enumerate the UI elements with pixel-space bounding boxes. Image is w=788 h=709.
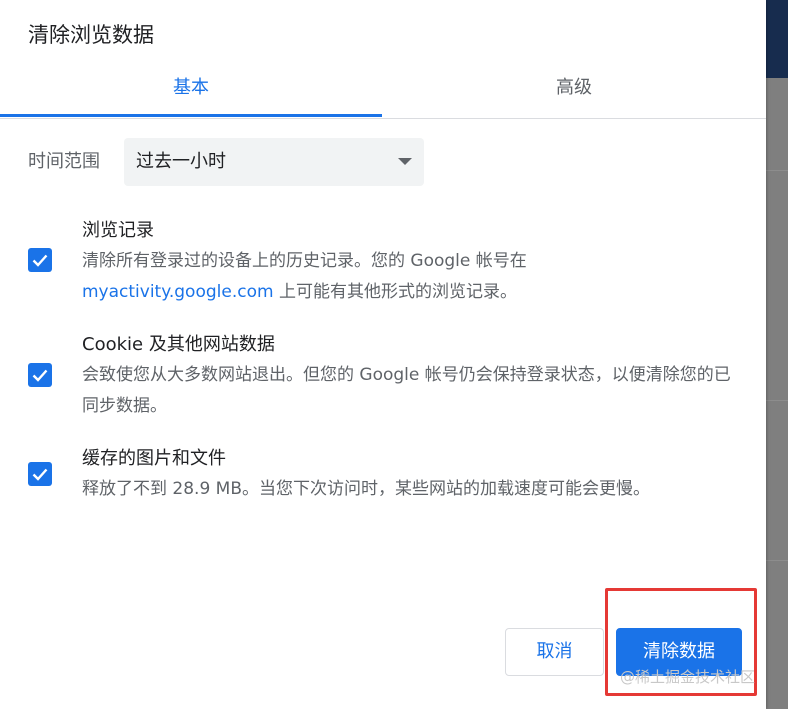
browsing-history-checkbox[interactable] [28, 248, 52, 272]
checkmark-icon [32, 468, 48, 481]
time-range-select[interactable]: 过去一小时 [124, 138, 424, 186]
active-tab-indicator [0, 114, 382, 117]
tab-basic[interactable]: 基本 [0, 66, 382, 116]
tab-advanced[interactable]: 高级 [382, 66, 766, 116]
option-description: 会致使您从大多数网站退出。但您的 Google 帐号仍会保持登录状态，以便清除您… [82, 365, 731, 416]
divider [766, 170, 788, 171]
option-title: 浏览记录 [82, 220, 154, 241]
option-title: 缓存的图片和文件 [82, 448, 226, 469]
description-text: 上可能有其他形式的浏览记录。 [273, 282, 517, 302]
option-description: 释放了不到 28.9 MB。当您下次访问时，某些网站的加载速度可能会更慢。 [82, 479, 650, 499]
watermark: @稀土掘金技术社区 [620, 668, 756, 686]
description-text: 清除所有登录过的设备上的历史记录。您的 Google 帐号在 [82, 251, 527, 271]
option-title: Cookie 及其他网站数据 [82, 334, 275, 355]
time-range-label: 时间范围 [28, 151, 100, 172]
option-description: 清除所有登录过的设备上的历史记录。您的 Google 帐号在 myactivit… [82, 246, 742, 308]
clear-browsing-data-dialog: 清除浏览数据 基本 高级 时间范围 过去一小时 浏览记录 清除所有登录过的设备上… [0, 0, 766, 709]
cache-checkbox[interactable] [28, 462, 52, 486]
divider [766, 560, 788, 561]
dropdown-arrow-icon [398, 158, 412, 165]
checkmark-icon [32, 254, 48, 267]
divider [766, 400, 788, 401]
cancel-button[interactable]: 取消 [505, 628, 604, 676]
checkmark-icon [32, 369, 48, 382]
time-range-value: 过去一小时 [136, 151, 226, 172]
myactivity-link[interactable]: myactivity.google.com [82, 282, 274, 302]
dialog-title: 清除浏览数据 [28, 23, 154, 47]
backdrop-header [766, 0, 788, 78]
tab-bar: 基本 高级 [0, 66, 766, 119]
cookies-checkbox[interactable] [28, 363, 52, 387]
page-backdrop [766, 0, 788, 709]
